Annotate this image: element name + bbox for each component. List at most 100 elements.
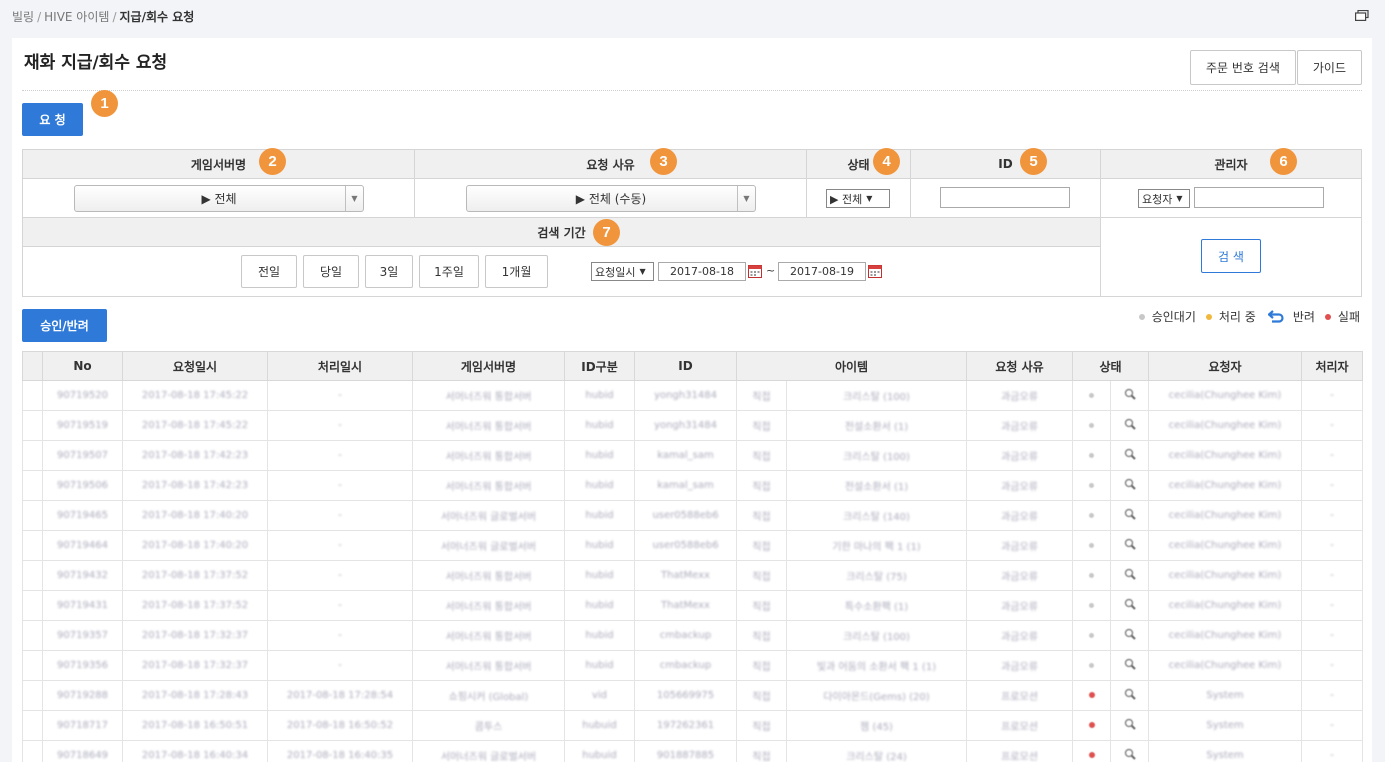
date-from-input[interactable]: 2017-08-18 bbox=[658, 262, 746, 281]
cell-requester: cecilia(Chunghee Kim) bbox=[1148, 470, 1302, 501]
table-row[interactable]: 90719520 2017-08-18 17:45:22- 서머너즈워 통합서버 hu… bbox=[22, 380, 1363, 411]
date-to-input[interactable]: 2017-08-19 bbox=[778, 262, 866, 281]
cell-process-time: - bbox=[267, 440, 413, 471]
magnifier-icon[interactable] bbox=[1124, 748, 1136, 760]
cell-id: 197262361 bbox=[634, 710, 737, 741]
window-restore-icon[interactable] bbox=[1355, 10, 1369, 21]
table-row[interactable]: 90719465 2017-08-18 17:40:20- 서머너즈워 글로벌서버 h… bbox=[22, 500, 1363, 531]
cell-no: 90718717 bbox=[42, 710, 123, 741]
status-dot-icon bbox=[1088, 692, 1095, 698]
admin-type-select[interactable]: 요청자 ▼ bbox=[1138, 189, 1190, 208]
cell-item: 크리스탈 (75) bbox=[786, 560, 967, 591]
cell-id-type: hubid bbox=[564, 620, 635, 651]
magnifier-icon[interactable] bbox=[1124, 628, 1136, 640]
cell-requester: cecilia(Chunghee Kim) bbox=[1148, 530, 1302, 561]
status-dot-icon bbox=[1089, 453, 1094, 458]
cell-select[interactable] bbox=[22, 560, 43, 591]
column-header-processor: 처리자 bbox=[1301, 351, 1363, 381]
column-header-item: 아이템 bbox=[736, 351, 967, 381]
cell-select[interactable] bbox=[22, 590, 43, 621]
search-button[interactable]: 검 색 bbox=[1201, 239, 1261, 273]
magnifier-icon[interactable] bbox=[1124, 598, 1136, 610]
magnifier-icon[interactable] bbox=[1124, 658, 1136, 670]
table-row[interactable]: 90719356 2017-08-18 17:32:37- 서머너즈워 통합서버 hu… bbox=[22, 650, 1363, 681]
cell-status bbox=[1072, 680, 1111, 711]
guide-button[interactable]: 가이드 bbox=[1296, 50, 1362, 85]
period-yesterday-button[interactable]: 전일 bbox=[241, 255, 297, 288]
cell-select[interactable] bbox=[22, 680, 43, 711]
period-cell: 전일 당일 3일 1주일 1개월 요청일시 ▼ 2017-08-18 ~ 2017… bbox=[23, 247, 1101, 296]
cell-select[interactable] bbox=[22, 740, 43, 762]
cell-select[interactable] bbox=[22, 620, 43, 651]
date-type-select[interactable]: 요청일시 ▼ bbox=[591, 262, 654, 281]
cell-detail bbox=[1110, 620, 1149, 651]
cell-no: 90719431 bbox=[42, 590, 123, 621]
cell-select[interactable] bbox=[22, 470, 43, 501]
magnifier-icon[interactable] bbox=[1124, 388, 1136, 400]
table-row[interactable]: 90719431 2017-08-18 17:37:52- 서머너즈워 통합서버 hu… bbox=[22, 590, 1363, 621]
cell-processor: - bbox=[1301, 410, 1363, 441]
cell-select[interactable] bbox=[22, 500, 43, 531]
magnifier-icon[interactable] bbox=[1124, 508, 1136, 520]
magnifier-icon[interactable] bbox=[1124, 688, 1136, 700]
game-server-dropdown[interactable]: ▶ 전체 ▼ bbox=[74, 185, 364, 212]
breadcrumb-billing[interactable]: 빌링 bbox=[12, 10, 34, 24]
cell-select[interactable] bbox=[22, 650, 43, 681]
cell-game-server: 콤투스 bbox=[412, 710, 565, 741]
reason-dropdown[interactable]: ▶ 전체 (수동) ▼ bbox=[466, 185, 756, 212]
table-row[interactable]: 90719432 2017-08-18 17:37:52- 서머너즈워 통합서버 hu… bbox=[22, 560, 1363, 591]
cell-select[interactable] bbox=[22, 530, 43, 561]
calendar-icon[interactable] bbox=[748, 264, 762, 278]
cell-processor: - bbox=[1301, 680, 1363, 711]
table-row[interactable]: 90719507 2017-08-18 17:42:23- 서머너즈워 통합서버 hu… bbox=[22, 440, 1363, 471]
period-3days-button[interactable]: 3일 bbox=[365, 255, 413, 288]
cell-processor: - bbox=[1301, 380, 1363, 411]
period-1week-button[interactable]: 1주일 bbox=[419, 255, 479, 288]
admin-cell: 요청자 ▼ bbox=[1101, 179, 1361, 218]
cell-id-type: hubid bbox=[564, 380, 635, 411]
table-row[interactable]: 90719464 2017-08-18 17:40:20- 서머너즈워 글로벌서버 h… bbox=[22, 530, 1363, 561]
main-panel: 재화 지급/회수 요청 주문 번호 검색 가이드 요 청 1 게임서버명 요청 … bbox=[12, 38, 1372, 762]
table-row[interactable]: 90719288 2017-08-18 17:28:43 2017-08-18 17… bbox=[22, 680, 1363, 711]
magnifier-icon[interactable] bbox=[1124, 718, 1136, 730]
table-row[interactable]: 90718649 2017-08-18 16:40:34 2017-08-18 16… bbox=[22, 740, 1363, 762]
cell-select[interactable] bbox=[22, 410, 43, 441]
admin-input[interactable] bbox=[1194, 187, 1324, 208]
magnifier-icon[interactable] bbox=[1124, 568, 1136, 580]
cell-process-time: - bbox=[267, 560, 413, 591]
cell-game-server: 쇼핑시커 (Global) bbox=[412, 680, 565, 711]
cell-item: 전설소환서 (1) bbox=[786, 410, 967, 441]
order-number-search-button[interactable]: 주문 번호 검색 bbox=[1190, 50, 1296, 85]
table-row[interactable]: 90718717 2017-08-18 16:50:51 2017-08-18 16… bbox=[22, 710, 1363, 741]
cell-request-time: 2017-08-18 17:32:37 bbox=[122, 620, 268, 651]
cell-requester: cecilia(Chunghee Kim) bbox=[1148, 620, 1302, 651]
cell-id-type: hubid bbox=[564, 410, 635, 441]
request-button[interactable]: 요 청 bbox=[22, 103, 83, 136]
table-row[interactable]: 90719519 2017-08-18 17:45:22- 서머너즈워 통합서버 hu… bbox=[22, 410, 1363, 441]
column-header-select bbox=[22, 351, 43, 381]
cell-status bbox=[1072, 500, 1111, 531]
cell-select[interactable] bbox=[22, 380, 43, 411]
id-input[interactable] bbox=[940, 187, 1070, 208]
cell-game-server: 서머너즈워 글로벌서버 bbox=[412, 500, 565, 531]
header-buttons: 주문 번호 검색 가이드 bbox=[1190, 50, 1362, 85]
period-1month-button[interactable]: 1개월 bbox=[485, 255, 548, 288]
cell-select[interactable] bbox=[22, 440, 43, 471]
cell-game-server: 서머너즈워 통합서버 bbox=[412, 440, 565, 471]
approve-reject-button[interactable]: 승인/반려 bbox=[22, 309, 107, 342]
magnifier-icon[interactable] bbox=[1124, 478, 1136, 490]
table-row[interactable]: 90719357 2017-08-18 17:32:37- 서머너즈워 통합서버 hu… bbox=[22, 620, 1363, 651]
magnifier-icon[interactable] bbox=[1124, 538, 1136, 550]
magnifier-icon[interactable] bbox=[1124, 418, 1136, 430]
cell-request-time: 2017-08-18 17:40:20 bbox=[122, 500, 268, 531]
breadcrumb-current: 지급/회수 요청 bbox=[119, 10, 195, 24]
calendar-icon[interactable] bbox=[868, 264, 882, 278]
cell-item: 크리스탈 (140) bbox=[786, 500, 967, 531]
table-row[interactable]: 90719506 2017-08-18 17:42:23- 서머너즈워 통합서버 hu… bbox=[22, 470, 1363, 501]
magnifier-icon[interactable] bbox=[1124, 448, 1136, 460]
status-select[interactable]: ▶ 전체 ▼ bbox=[826, 189, 890, 208]
period-today-button[interactable]: 당일 bbox=[303, 255, 359, 288]
breadcrumb-hive-item[interactable]: HIVE 아이템 bbox=[44, 10, 109, 24]
cell-select[interactable] bbox=[22, 710, 43, 741]
request-table: No 요청일시 처리일시 게임서버명 ID구분 ID 아이템 요청 사유 상태 요청자 처리자 90… bbox=[22, 351, 1363, 762]
